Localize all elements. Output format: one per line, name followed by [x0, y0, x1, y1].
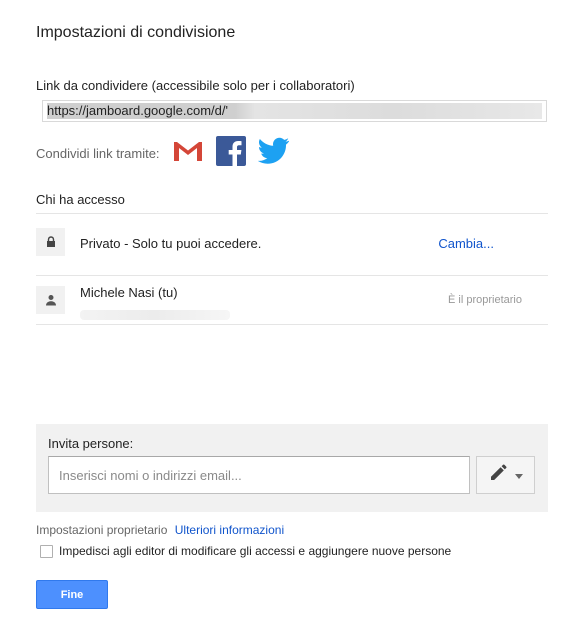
- share-link-field[interactable]: https://jamboard.google.com/d/': [42, 100, 547, 122]
- pencil-icon: [489, 464, 507, 487]
- owner-settings-row: Impostazioni proprietario Ulteriori info…: [36, 523, 284, 537]
- twitter-icon[interactable]: [257, 137, 290, 170]
- permission-dropdown-button[interactable]: [476, 456, 535, 494]
- invite-panel: Invita persone:: [36, 424, 548, 512]
- invite-email-input[interactable]: [48, 456, 470, 494]
- access-heading: Chi ha accesso: [36, 192, 125, 207]
- privacy-status: Privato - Solo tu puoi accedere.: [80, 236, 262, 251]
- access-row-owner: Michele Nasi (tu) È il proprietario: [36, 276, 548, 324]
- divider: [36, 324, 548, 325]
- owner-settings-label: Impostazioni proprietario: [36, 523, 168, 537]
- prevent-editors-checkbox[interactable]: [40, 544, 53, 558]
- lock-icon: [36, 228, 65, 256]
- prevent-editors-label: Impedisci agli editor di modificare gli …: [59, 544, 452, 558]
- facebook-icon[interactable]: [215, 135, 246, 171]
- chevron-down-icon: [514, 466, 523, 484]
- invite-label: Invita persone:: [48, 436, 134, 451]
- owner-role: È il proprietario: [448, 294, 522, 306]
- owner-email-redacted: [80, 310, 230, 320]
- share-link-value: https://jamboard.google.com/d/': [47, 103, 542, 119]
- done-button[interactable]: Fine: [36, 580, 108, 609]
- change-privacy-link[interactable]: Cambia...: [438, 236, 494, 251]
- prevent-editors-option: Impedisci agli editor di modificare gli …: [40, 544, 451, 558]
- gmail-icon[interactable]: [172, 139, 204, 168]
- divider: [36, 213, 548, 214]
- share-via-label: Condividi link tramite:: [36, 145, 160, 161]
- share-via-row: Condividi link tramite:: [36, 135, 302, 171]
- dialog-title: Impostazioni di condivisione: [36, 24, 236, 41]
- share-link-label: Link da condividere (accessibile solo pe…: [36, 78, 355, 93]
- person-icon: [36, 286, 65, 314]
- access-row-privacy: Privato - Solo tu puoi accedere. Cambia.…: [36, 220, 548, 268]
- more-info-link[interactable]: Ulteriori informazioni: [175, 523, 284, 537]
- owner-name: Michele Nasi (tu): [80, 285, 178, 300]
